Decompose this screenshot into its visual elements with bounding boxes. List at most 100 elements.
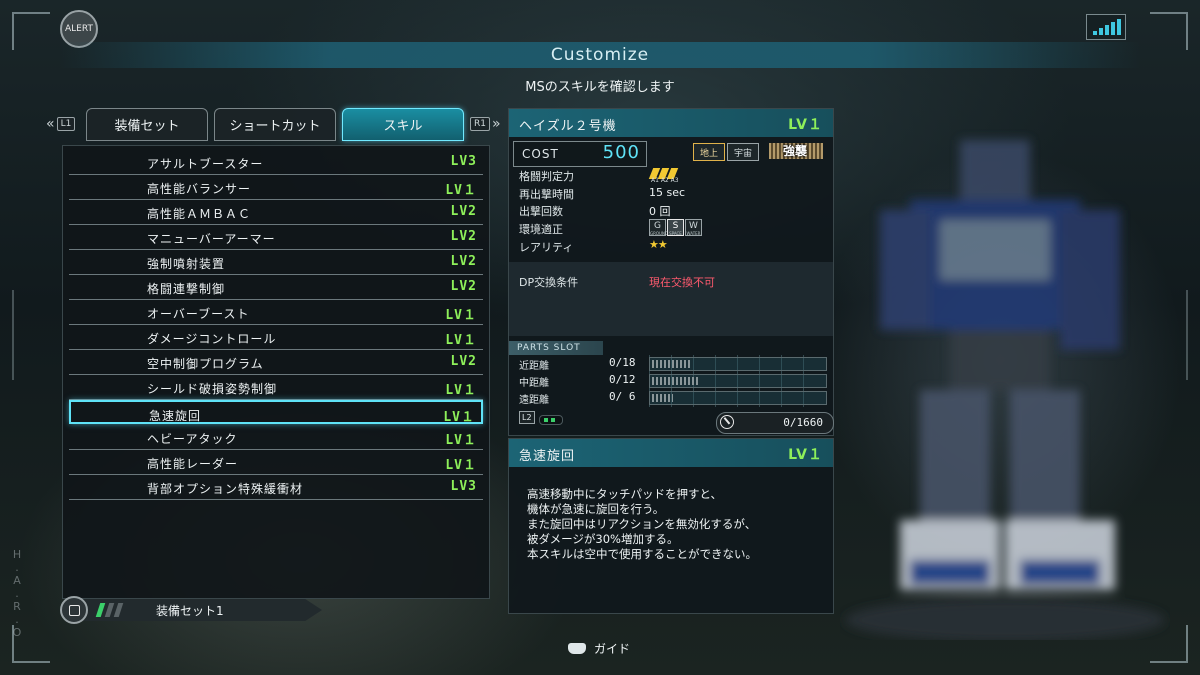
- dp-label: DP交換条件: [519, 276, 579, 289]
- skill-row[interactable]: 背部オプション特殊緩衝材 LV3: [69, 475, 483, 500]
- skill-row[interactable]: 格闘連撃制御 LV2: [69, 275, 483, 300]
- skill-level: LV2: [450, 279, 477, 294]
- terrain-ground-badge: 地上: [693, 143, 725, 161]
- parts-page-indicator: [539, 415, 563, 425]
- skill-name: 高性能バランサー: [147, 182, 252, 196]
- r1-tab-switch[interactable]: R1 »: [470, 116, 501, 132]
- weight-value: 0/1660: [783, 416, 823, 429]
- skill-row[interactable]: ヘビーアタック LV１: [69, 425, 483, 450]
- page-title: Customize: [550, 45, 650, 65]
- dp-exchange: DP交換条件 現在交換不可: [509, 262, 833, 336]
- sorties-value: 0 回: [649, 205, 671, 218]
- touchpad-icon: [568, 643, 586, 654]
- sorties-label: 出撃回数: [519, 205, 563, 218]
- chevron-right-icon: »: [491, 116, 501, 132]
- loadout-label: 装備セット1: [156, 604, 224, 618]
- parts-range-fill: [652, 377, 699, 385]
- l1-tab-switch[interactable]: « L1: [46, 116, 76, 132]
- skill-level: LV１: [445, 183, 477, 198]
- skill-row[interactable]: ダメージコントロール LV１: [69, 325, 483, 350]
- skill-row[interactable]: オーバーブースト LV１: [69, 300, 483, 325]
- page-subtitle: MSのスキルを確認します: [525, 80, 675, 95]
- parts-range-fill: [652, 360, 690, 368]
- respawn-value: 15 sec: [649, 186, 686, 199]
- skill-name: シールド破損姿勢制御: [147, 382, 278, 396]
- title-bar: Customize: [60, 42, 1140, 68]
- mobile-suit-silhouette: [845, 140, 1165, 640]
- unit-header: ヘイズル２号機 LV１: [509, 109, 833, 137]
- description-line: 機体が急速に旋回を行う。: [527, 502, 665, 516]
- guide-button[interactable]: ガイド: [568, 640, 630, 657]
- description-line: 本スキルは空中で使用することができない。: [527, 547, 757, 561]
- skill-name: 背部オプション特殊緩衝材: [147, 482, 304, 496]
- skill-level: LV2: [450, 204, 477, 219]
- skill-row[interactable]: 急速旋回 LV１: [69, 400, 483, 425]
- l2-key[interactable]: L2: [519, 411, 535, 424]
- parts-range-label: 遠距離: [519, 395, 549, 406]
- frame-corner: [1150, 12, 1188, 50]
- melee-rank-sub: A1 A2 A3: [651, 177, 679, 184]
- skill-name: アサルトブースター: [147, 157, 264, 171]
- rarity-label: レアリティ: [519, 241, 574, 254]
- skill-row[interactable]: 高性能レーダー LV１: [69, 450, 483, 475]
- skill-detail-header: 急速旋回 LV１: [509, 439, 833, 467]
- unit-name: ヘイズル２号機: [519, 119, 617, 134]
- skill-row[interactable]: 高性能バランサー LV１: [69, 175, 483, 200]
- skill-row[interactable]: マニューバーアーマー LV2: [69, 225, 483, 250]
- weight-gauge: 0/1660: [716, 412, 834, 434]
- cost-box: COST 500: [513, 141, 647, 167]
- tab-shortcut[interactable]: ショートカット: [214, 108, 336, 141]
- description-line: 高速移動中にタッチパッドを押すと、: [527, 487, 723, 501]
- tab-equipment-set[interactable]: 装備セット: [86, 108, 208, 141]
- loadout-selector[interactable]: 装備セット1: [60, 596, 322, 624]
- loadout-pip: [95, 603, 106, 617]
- skill-detail-panel: 急速旋回 LV１ 高速移動中にタッチパッドを押すと、 機体が急速に旋回を行う。 …: [508, 438, 834, 614]
- skill-name: 高性能レーダー: [147, 457, 239, 471]
- unit-info-panel: ヘイズル２号機 LV１ COST 500 地上 宇宙 強襲 格闘判定力 A1 A…: [508, 108, 834, 436]
- skill-name: オーバーブースト: [147, 307, 250, 321]
- rarity-stars: ★★: [649, 238, 668, 251]
- env-water-sub: WATER: [686, 231, 701, 236]
- skill-row[interactable]: アサルトブースター LV3: [69, 150, 483, 175]
- terrain-space-badge: 宇宙: [727, 143, 759, 161]
- loadout-bar: 装備セット1: [82, 599, 322, 621]
- env-ground-sub: GROUND: [650, 231, 669, 236]
- skill-name: 高性能ＡＭＢＡＣ: [147, 207, 252, 221]
- skill-level: LV１: [445, 383, 477, 398]
- skill-detail-name: 急速旋回: [519, 449, 576, 464]
- env-space-letter: S: [672, 221, 679, 231]
- r1-key: R1: [470, 117, 490, 131]
- cost-label: COST: [522, 147, 559, 161]
- skill-name: 強制噴射装置: [147, 257, 226, 271]
- skill-row[interactable]: 強制噴射装置 LV2: [69, 250, 483, 275]
- skill-name: 格闘連撃制御: [147, 282, 226, 296]
- skill-name: マニューバーアーマー: [147, 232, 276, 246]
- unit-level: LV１: [788, 117, 823, 133]
- skill-row[interactable]: 高性能ＡＭＢＡＣ LV2: [69, 200, 483, 225]
- environment-label: 環境適正: [519, 223, 563, 236]
- cost-value: 500: [602, 142, 640, 163]
- parts-range-bar: [649, 357, 827, 371]
- frame-line: [1186, 290, 1188, 380]
- signal-strength-icon: [1086, 14, 1126, 40]
- description-line: 被ダメージが30%増加する。: [527, 532, 679, 546]
- square-button-icon: [60, 596, 88, 624]
- env-ground-letter: G: [654, 221, 661, 231]
- skill-level: LV１: [445, 433, 477, 448]
- skill-detail-level: LV１: [788, 447, 823, 463]
- guide-label: ガイド: [594, 642, 631, 656]
- parts-slot: 近距離 0/18 中距離 0/12 遠距離 0/ 6: [513, 355, 829, 407]
- parts-range-value: 0/18: [609, 356, 636, 369]
- parts-slot-title: PARTS SLOT: [509, 341, 603, 355]
- skill-row[interactable]: シールド破損姿勢制御 LV１: [69, 375, 483, 400]
- skill-level: LV１: [445, 458, 477, 473]
- parts-row: 中距離 0/12: [513, 372, 829, 389]
- tab-skill[interactable]: スキル: [342, 108, 464, 141]
- env-space-sub: SPACE: [669, 231, 682, 236]
- skill-row[interactable]: 空中制御プログラム LV2: [69, 350, 483, 375]
- skill-description: 高速移動中にタッチパッドを押すと、 機体が急速に旋回を行う。 また旋回中はリアク…: [527, 487, 827, 562]
- parts-row: 近距離 0/18: [513, 355, 829, 372]
- env-water-letter: W: [689, 221, 698, 231]
- loadout-pip: [104, 603, 115, 617]
- skill-level: LV１: [445, 308, 477, 323]
